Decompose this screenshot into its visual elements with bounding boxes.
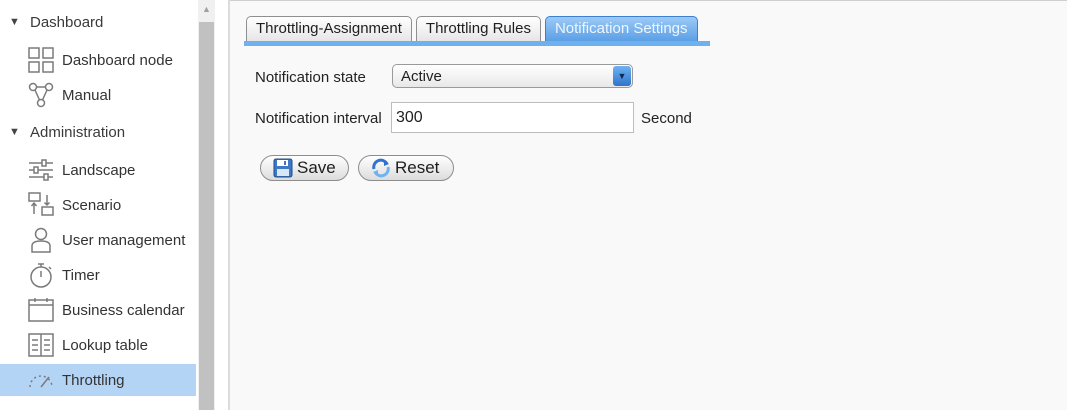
sidebar-scrollbar[interactable]: ▲: [198, 0, 215, 410]
tab-throttling-rules[interactable]: Throttling Rules: [415, 16, 541, 42]
sidebar-item-throttling[interactable]: Throttling: [0, 364, 196, 396]
table-icon: [27, 331, 55, 359]
sidebar-item-scenario[interactable]: Scenario: [0, 189, 196, 221]
sidebar-item-lookup-table[interactable]: Lookup table: [0, 329, 196, 361]
refresh-icon: [371, 158, 391, 178]
sidebar: ▼ Dashboard Dashboard node Manual ▼ Admi…: [0, 0, 198, 410]
section-label: Administration: [30, 123, 126, 141]
sidebar-item-label: Manual: [62, 86, 112, 104]
network-icon: [27, 81, 55, 109]
tab-notification-settings[interactable]: Notification Settings: [544, 16, 698, 42]
interval-unit-label: Second: [641, 110, 692, 127]
sidebar-item-label: Throttling: [62, 371, 125, 389]
calendar-icon: [27, 296, 55, 324]
sidebar-item-label: Business calendar: [62, 301, 185, 319]
sidebar-item-dashboard-node[interactable]: Dashboard node: [0, 44, 196, 76]
grid-icon: [27, 46, 55, 74]
save-button[interactable]: Save: [260, 155, 349, 181]
caret-down-icon: ▼: [9, 126, 20, 138]
chevron-down-icon[interactable]: ▼: [613, 66, 631, 86]
sidebar-item-label: Lookup table: [62, 336, 148, 354]
sidebar-item-label: Landscape: [62, 161, 136, 179]
scenario-icon: [27, 191, 55, 219]
sidebar-item-label: Dashboard node: [62, 51, 173, 69]
floppy-disk-icon: [273, 158, 293, 178]
section-label: Dashboard: [30, 13, 104, 31]
reset-button[interactable]: Reset: [358, 155, 454, 181]
sidebar-item-user-management[interactable]: User management: [0, 224, 196, 256]
scroll-thumb[interactable]: [199, 22, 214, 410]
save-label: Save: [297, 158, 336, 177]
gauge-icon: [27, 366, 55, 394]
tab-throttling-assignment[interactable]: Throttling-Assignment: [246, 16, 412, 42]
stopwatch-icon: [27, 261, 55, 289]
sidebar-item-timer[interactable]: Timer: [0, 259, 196, 291]
notification-interval-input[interactable]: [391, 102, 634, 133]
section-administration[interactable]: ▼ Administration: [0, 120, 196, 144]
sidebar-item-label: User management: [62, 231, 186, 249]
user-icon: [27, 226, 55, 254]
notification-state-select[interactable]: Active ▼: [392, 64, 633, 88]
notification-state-label: Notification state: [255, 69, 366, 86]
sliders-icon: [27, 156, 55, 184]
sidebar-item-business-calendar[interactable]: Business calendar: [0, 294, 196, 326]
caret-down-icon: ▼: [9, 16, 20, 28]
panel-gap: [215, 0, 228, 410]
sidebar-item-label: Timer: [62, 266, 100, 284]
notification-interval-label: Notification interval: [255, 110, 382, 127]
section-dashboard[interactable]: ▼ Dashboard: [0, 10, 196, 34]
sidebar-item-manual[interactable]: Manual: [0, 79, 196, 111]
tab-underline: [244, 41, 710, 46]
select-value: Active: [401, 68, 442, 85]
scroll-up-arrow-icon[interactable]: ▲: [198, 0, 215, 17]
sidebar-item-label: Scenario: [62, 196, 122, 214]
sidebar-item-landscape[interactable]: Landscape: [0, 154, 196, 186]
main-panel: Throttling-Assignment Throttling Rules N…: [230, 0, 1067, 410]
reset-label: Reset: [395, 158, 440, 177]
